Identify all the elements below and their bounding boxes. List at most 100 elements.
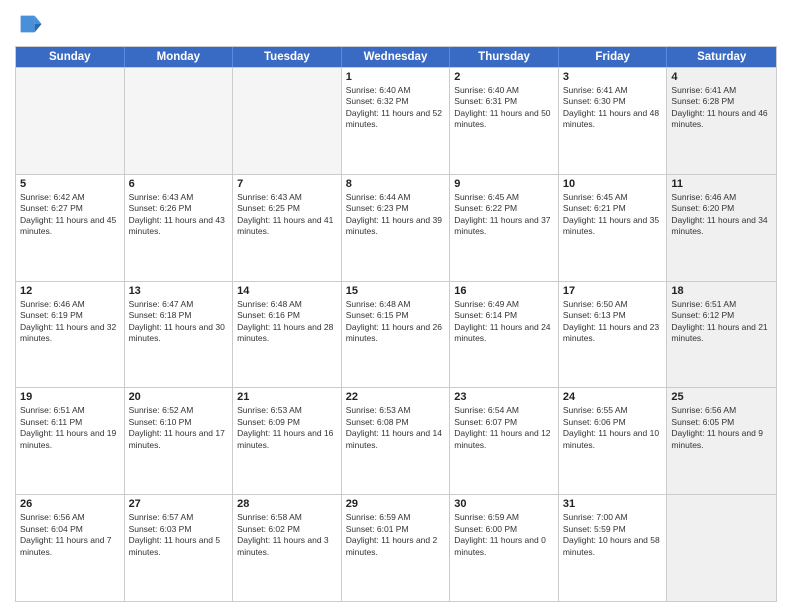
day-header-monday: Monday [125, 47, 234, 67]
day-header-tuesday: Tuesday [233, 47, 342, 67]
day-number: 6 [129, 178, 229, 190]
day-number: 25 [671, 391, 772, 403]
cal-cell: 1Sunrise: 6:40 AMSunset: 6:32 PMDaylight… [342, 68, 451, 174]
logo-icon [15, 10, 43, 38]
cal-cell [16, 68, 125, 174]
cal-cell: 11 Sunrise: 6:46 AMSunset: 6:20 PMDayligh… [667, 175, 776, 281]
day-number: 4 [671, 71, 772, 83]
day-number: 17 [563, 285, 663, 297]
cal-cell: 10 Sunrise: 6:45 AMSunset: 6:21 PMDayligh… [559, 175, 668, 281]
cal-cell: 18Sunrise: 6:51 AMSunset: 6:12 PMDayligh… [667, 282, 776, 388]
cal-cell: 24 Sunrise: 6:55 AMSunset: 6:06 PMDayligh… [559, 388, 668, 494]
cal-cell: 12 Sunrise: 6:46 AMSunset: 6:19 PMDayligh… [16, 282, 125, 388]
cal-cell [667, 495, 776, 601]
day-number: 24 [563, 391, 663, 403]
cal-cell: 21 Sunrise: 6:53 AMSunset: 6:09 PMDayligh… [233, 388, 342, 494]
day-info: Sunrise: 6:45 AMSunset: 6:21 PMDaylight:… [563, 192, 663, 238]
week-row-4: 19 Sunrise: 6:51 AMSunset: 6:11 PMDayligh… [16, 387, 776, 494]
day-info: Sunrise: 6:48 AMSunset: 6:16 PMDaylight:… [237, 299, 337, 345]
day-info: Sunrise: 6:51 AMSunset: 6:11 PMDaylight:… [20, 405, 120, 451]
day-info: Sunrise: 6:44 AMSunset: 6:23 PMDaylight:… [346, 192, 446, 238]
day-number: 14 [237, 285, 337, 297]
week-row-1: 1Sunrise: 6:40 AMSunset: 6:32 PMDaylight… [16, 67, 776, 174]
day-header-thursday: Thursday [450, 47, 559, 67]
cal-cell: 23 Sunrise: 6:54 AMSunset: 6:07 PMDayligh… [450, 388, 559, 494]
day-number: 3 [563, 71, 663, 83]
day-info: Sunrise: 6:47 AMSunset: 6:18 PMDaylight:… [129, 299, 229, 345]
day-info: Sunrise: 6:56 AMSunset: 6:04 PMDaylight:… [20, 512, 120, 558]
cal-cell: 17 Sunrise: 6:50 AMSunset: 6:13 PMDayligh… [559, 282, 668, 388]
day-number: 16 [454, 285, 554, 297]
cal-cell: 6 Sunrise: 6:43 AMSunset: 6:26 PMDaylight… [125, 175, 234, 281]
day-info: Sunrise: 6:43 AMSunset: 6:26 PMDaylight:… [129, 192, 229, 238]
day-info: Sunrise: 6:49 AMSunset: 6:14 PMDaylight:… [454, 299, 554, 345]
day-number: 20 [129, 391, 229, 403]
cal-cell: 31 Sunrise: 7:00 AMSunset: 5:59 PMDayligh… [559, 495, 668, 601]
day-info: Sunrise: 7:00 AMSunset: 5:59 PMDaylight:… [563, 512, 663, 558]
day-header-saturday: Saturday [667, 47, 776, 67]
logo [15, 10, 47, 38]
day-number: 15 [346, 285, 446, 297]
calendar-header: SundayMondayTuesdayWednesdayThursdayFrid… [16, 47, 776, 67]
day-info: Sunrise: 6:46 AMSunset: 6:19 PMDaylight:… [20, 299, 120, 345]
week-row-2: 5Sunrise: 6:42 AMSunset: 6:27 PMDaylight… [16, 174, 776, 281]
day-number: 31 [563, 498, 663, 510]
day-info: Sunrise: 6:57 AMSunset: 6:03 PMDaylight:… [129, 512, 229, 558]
day-number: 9 [454, 178, 554, 190]
day-number: 18 [671, 285, 772, 297]
cal-cell: 30 Sunrise: 6:59 AMSunset: 6:00 PMDayligh… [450, 495, 559, 601]
day-header-friday: Friday [559, 47, 668, 67]
day-info: Sunrise: 6:41 AMSunset: 6:30 PMDaylight:… [563, 85, 663, 131]
day-number: 10 [563, 178, 663, 190]
day-number: 21 [237, 391, 337, 403]
day-info: Sunrise: 6:59 AMSunset: 6:01 PMDaylight:… [346, 512, 446, 558]
day-info: Sunrise: 6:52 AMSunset: 6:10 PMDaylight:… [129, 405, 229, 451]
day-info: Sunrise: 6:53 AMSunset: 6:09 PMDaylight:… [237, 405, 337, 451]
day-info: Sunrise: 6:56 AMSunset: 6:05 PMDaylight:… [671, 405, 772, 451]
cal-cell: 4 Sunrise: 6:41 AMSunset: 6:28 PMDaylight… [667, 68, 776, 174]
cal-cell: 7 Sunrise: 6:43 AMSunset: 6:25 PMDaylight… [233, 175, 342, 281]
cal-cell: 8 Sunrise: 6:44 AMSunset: 6:23 PMDaylight… [342, 175, 451, 281]
day-info: Sunrise: 6:54 AMSunset: 6:07 PMDaylight:… [454, 405, 554, 451]
day-number: 27 [129, 498, 229, 510]
day-number: 12 [20, 285, 120, 297]
cal-cell: 25 Sunrise: 6:56 AMSunset: 6:05 PMDayligh… [667, 388, 776, 494]
day-info: Sunrise: 6:40 AMSunset: 6:31 PMDaylight:… [454, 85, 554, 131]
cal-cell: 28Sunrise: 6:58 AMSunset: 6:02 PMDayligh… [233, 495, 342, 601]
day-info: Sunrise: 6:43 AMSunset: 6:25 PMDaylight:… [237, 192, 337, 238]
calendar-body: 1Sunrise: 6:40 AMSunset: 6:32 PMDaylight… [16, 67, 776, 601]
day-info: Sunrise: 6:46 AMSunset: 6:20 PMDaylight:… [671, 192, 772, 238]
day-number: 5 [20, 178, 120, 190]
day-number: 8 [346, 178, 446, 190]
cal-cell: 15Sunrise: 6:48 AMSunset: 6:15 PMDayligh… [342, 282, 451, 388]
cal-cell: 22 Sunrise: 6:53 AMSunset: 6:08 PMDayligh… [342, 388, 451, 494]
cal-cell: 5Sunrise: 6:42 AMSunset: 6:27 PMDaylight… [16, 175, 125, 281]
day-info: Sunrise: 6:40 AMSunset: 6:32 PMDaylight:… [346, 85, 446, 131]
cal-cell: 16 Sunrise: 6:49 AMSunset: 6:14 PMDayligh… [450, 282, 559, 388]
week-row-5: 26Sunrise: 6:56 AMSunset: 6:04 PMDayligh… [16, 494, 776, 601]
day-number: 7 [237, 178, 337, 190]
cal-cell: 20 Sunrise: 6:52 AMSunset: 6:10 PMDayligh… [125, 388, 234, 494]
day-header-wednesday: Wednesday [342, 47, 451, 67]
cal-cell: 27 Sunrise: 6:57 AMSunset: 6:03 PMDayligh… [125, 495, 234, 601]
week-row-3: 12 Sunrise: 6:46 AMSunset: 6:19 PMDayligh… [16, 281, 776, 388]
cal-cell: 2Sunrise: 6:40 AMSunset: 6:31 PMDaylight… [450, 68, 559, 174]
day-info: Sunrise: 6:53 AMSunset: 6:08 PMDaylight:… [346, 405, 446, 451]
day-number: 30 [454, 498, 554, 510]
day-info: Sunrise: 6:41 AMSunset: 6:28 PMDaylight:… [671, 85, 772, 131]
day-info: Sunrise: 6:45 AMSunset: 6:22 PMDaylight:… [454, 192, 554, 238]
day-info: Sunrise: 6:55 AMSunset: 6:06 PMDaylight:… [563, 405, 663, 451]
day-info: Sunrise: 6:58 AMSunset: 6:02 PMDaylight:… [237, 512, 337, 558]
day-number: 19 [20, 391, 120, 403]
day-header-sunday: Sunday [16, 47, 125, 67]
day-number: 29 [346, 498, 446, 510]
cal-cell: 13Sunrise: 6:47 AMSunset: 6:18 PMDayligh… [125, 282, 234, 388]
cal-cell: 29 Sunrise: 6:59 AMSunset: 6:01 PMDayligh… [342, 495, 451, 601]
day-info: Sunrise: 6:59 AMSunset: 6:00 PMDaylight:… [454, 512, 554, 558]
cal-cell: 19 Sunrise: 6:51 AMSunset: 6:11 PMDayligh… [16, 388, 125, 494]
day-number: 23 [454, 391, 554, 403]
day-number: 11 [671, 178, 772, 190]
page: SundayMondayTuesdayWednesdayThursdayFrid… [0, 0, 792, 612]
day-info: Sunrise: 6:50 AMSunset: 6:13 PMDaylight:… [563, 299, 663, 345]
day-number: 22 [346, 391, 446, 403]
